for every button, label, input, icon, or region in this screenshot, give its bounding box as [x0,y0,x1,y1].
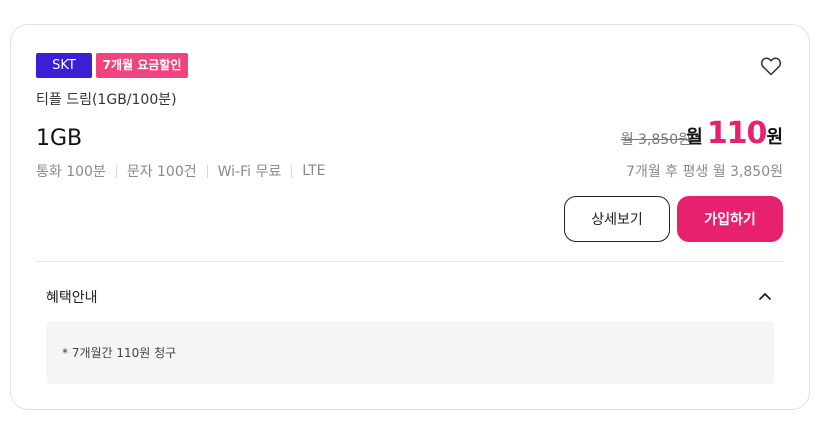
detail-button[interactable]: 상세보기 [564,196,670,242]
spec-network: LTE [302,163,326,179]
spec-divider [206,164,208,178]
spec-wifi: Wi-Fi 무료 [217,164,282,180]
badge-group: SKT 7개월 요금할인 [36,53,188,78]
spec-divider [291,164,293,178]
heart-icon[interactable] [759,54,783,78]
benefit-panel: * 7개월간 110원 청구 [46,321,774,384]
discount-price: 월 110 원 [686,116,783,151]
benefit-title: 혜택안내 [46,290,98,306]
join-button[interactable]: 가입하기 [677,196,783,242]
spec-sms: 문자 100건 [126,164,197,180]
chevron-up-icon[interactable] [758,288,772,302]
spec-list: 통화 100분 문자 100건 Wi-Fi 무료 LTE [36,161,326,181]
promo-badge: 7개월 요금할인 [96,53,188,78]
price-suffix: 원 [766,127,783,148]
plan-name: 티플 드림(1GB/100분) [36,92,177,108]
spec-call: 통화 100분 [36,164,106,180]
spec-divider [115,164,117,178]
benefit-text: * 7개월간 110원 청구 [62,346,177,360]
original-price: 월 3,850원 [620,132,691,148]
price-prefix: 월 [686,127,703,148]
data-amount: 1GB [36,126,83,151]
price-after-promo: 7개월 후 평생 월 3,850원 [626,164,783,180]
price-amount: 110 [706,116,768,151]
carrier-badge: SKT [36,53,92,78]
benefit-toggle[interactable]: 혜택안내 [36,280,784,310]
divider [36,261,784,262]
plan-card: SKT 7개월 요금할인 티플 드림(1GB/100분) 1GB 통화 100분… [10,24,810,410]
